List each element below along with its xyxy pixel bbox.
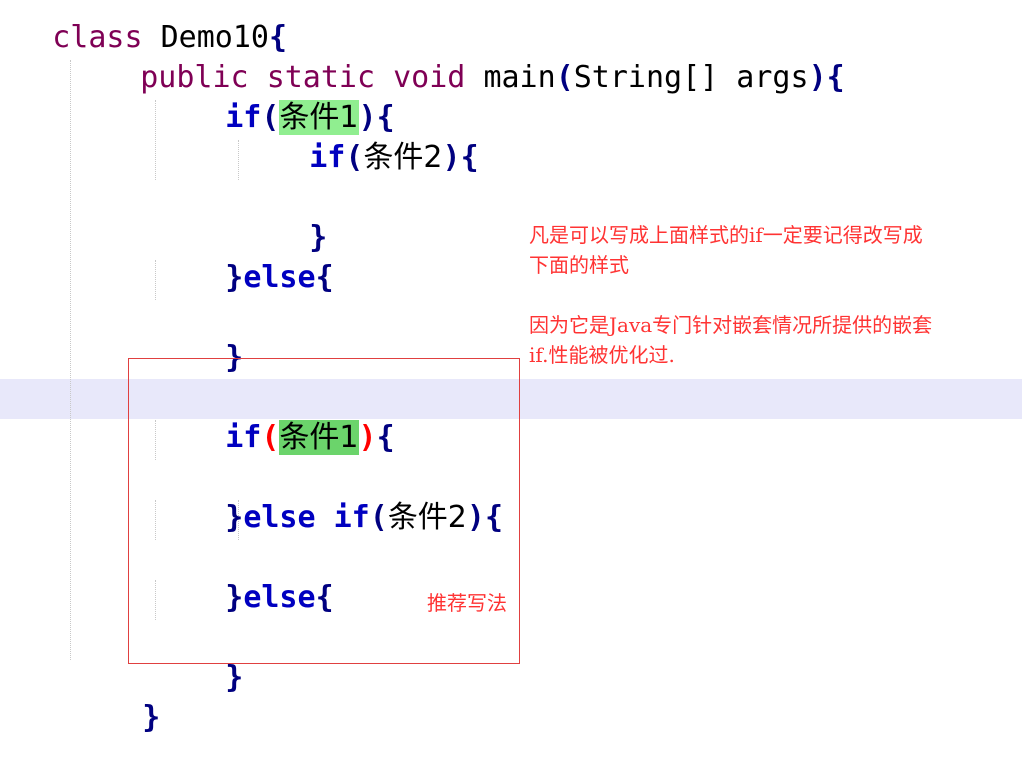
method-name: main	[483, 60, 556, 95]
recommended-code-box	[128, 358, 520, 664]
annotation-note-2: 因为它是Java专门针对嵌套情况所提供的嵌套 if.性能被优化过.	[529, 310, 1019, 370]
code-line-class: class Demo10{	[0, 0, 287, 55]
annotation-note-2-line2: if.性能被优化过.	[529, 343, 675, 367]
code-editor[interactable]: class Demo10{ public static void main(St…	[0, 0, 1022, 735]
close-brace: }	[225, 260, 244, 295]
code-line-main-end: }	[70, 658, 160, 735]
code-line-else: }else{	[153, 218, 333, 295]
paren-close: )	[442, 140, 461, 175]
code-line-if2: if(条件2){	[237, 98, 478, 175]
code-line-else-end: }	[153, 298, 243, 375]
param-type: String[]	[573, 60, 719, 95]
code-line-if2-end: }	[237, 178, 327, 255]
else-keyword: else	[243, 260, 316, 295]
annotation-note-1: 凡是可以写成上面样式的if一定要记得改写成 下面的样式	[529, 220, 1019, 280]
close-brace: }	[225, 660, 244, 695]
indent-guide	[70, 60, 71, 660]
paren-close: )	[808, 60, 827, 95]
void-keyword: void	[393, 60, 466, 95]
paren-open: (	[555, 60, 574, 95]
annotation-note-1-line1: 凡是可以写成上面样式的if一定要记得改写成	[529, 223, 923, 247]
if-brace: {	[460, 140, 479, 175]
param-name: args	[718, 60, 809, 95]
paren-open: (	[345, 140, 364, 175]
condition-2: 条件2	[363, 140, 443, 175]
annotation-note-1-line2: 下面的样式	[529, 253, 629, 277]
annotation-note-2-line1: 因为它是Java专门针对嵌套情况所提供的嵌套	[529, 313, 933, 337]
code-line-if1: if(条件1){	[153, 58, 395, 135]
method-close-brace: }	[142, 700, 161, 735]
open-brace: {	[315, 260, 334, 295]
method-brace: {	[826, 60, 845, 95]
if-keyword: if	[309, 140, 346, 175]
recommended-label: 推荐写法	[427, 591, 507, 615]
code-line-main: public static void main(String[] args){	[68, 18, 844, 95]
